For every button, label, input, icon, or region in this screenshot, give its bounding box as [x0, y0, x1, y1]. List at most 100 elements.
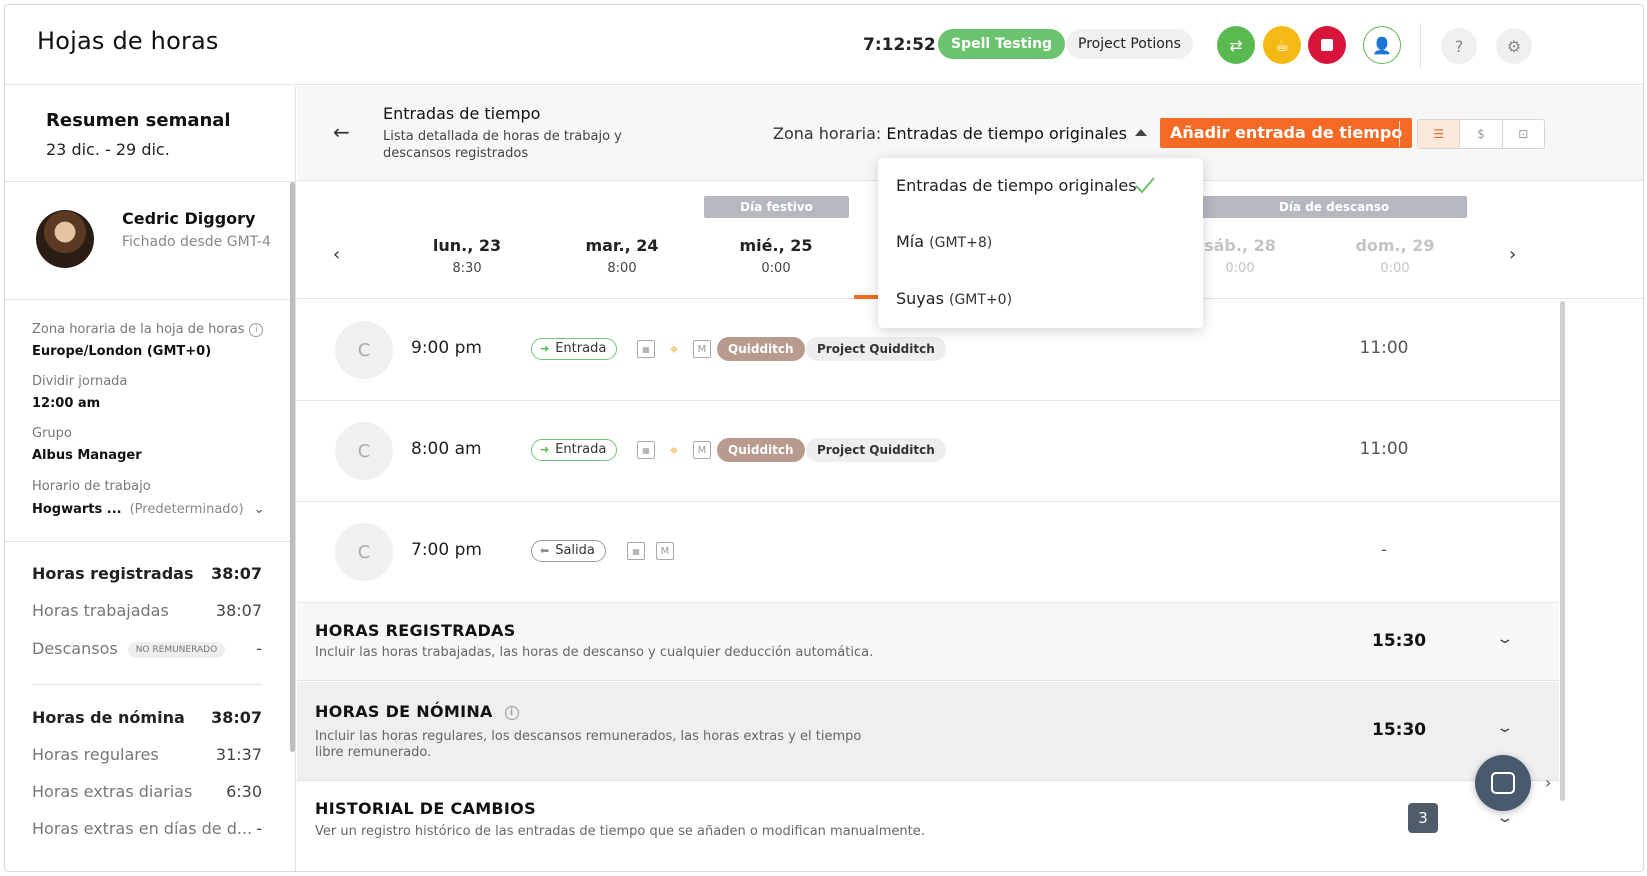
calendar-icon: ▦ [627, 542, 645, 560]
section-title-text: HORAS DE NÓMINA [315, 702, 493, 721]
time-entry-row[interactable]: C 8:00 am ➜ Entrada ▦ ⌖ M Quidditch Proje… [297, 401, 1559, 502]
employee-clock-origin: Fichado desde GMT-4 [122, 234, 271, 250]
timezone-option-original[interactable]: Entradas de tiempo originales [896, 176, 1137, 195]
tracked-hours-section[interactable]: HORAS REGISTRADAS Incluir las horas trab… [297, 603, 1559, 681]
timezone-option-theirs[interactable]: Suyas (GMT+0) [896, 289, 1012, 308]
divider [1420, 23, 1421, 69]
option-gmt: (GMT+0) [949, 292, 1013, 308]
chevron-right-icon[interactable]: › [1545, 773, 1551, 792]
chevron-down-icon: ⌄ [253, 502, 265, 517]
location-pin-icon[interactable]: ⌖ [665, 340, 683, 358]
restday-overtime-value: - [256, 819, 262, 838]
payroll-hours-value: 38:07 [211, 708, 262, 727]
divider [5, 299, 296, 300]
entry-duration: 11:00 [1359, 338, 1409, 358]
section-subtitle: Incluir las horas trabajadas, las horas … [315, 645, 874, 660]
add-time-entry-button[interactable]: Añadir entrada de tiempo [1160, 118, 1413, 148]
section-title: HISTORIAL DE CAMBIOS [315, 799, 536, 818]
day-tue[interactable]: mar., 24 8:00 [562, 236, 682, 276]
calendar-icon: ▦ [637, 441, 655, 459]
day-wed[interactable]: mié., 25 0:00 [716, 236, 836, 276]
top-bar: Hojas de horas 7:12:52 Spell Testing Pro… [5, 5, 1643, 85]
option-gmt: (GMT+8) [929, 235, 993, 251]
stop-icon [1321, 39, 1333, 51]
payroll-hours-label: Horas de nómina [32, 708, 185, 727]
weekly-summary-panel: Resumen semanal 23 dic. - 29 dic. Cedric… [5, 86, 296, 871]
regular-hours-value: 31:37 [215, 745, 262, 764]
timezone-select[interactable]: Zona horaria: Entradas de tiempo origina… [773, 124, 1147, 143]
chevron-left-icon[interactable]: ‹ [333, 244, 340, 265]
help-button[interactable]: ? [1441, 28, 1477, 64]
change-history-section[interactable]: HISTORIAL DE CAMBIOS Ver un registro his… [297, 782, 1559, 871]
user-clock-button[interactable]: 👤 [1363, 26, 1401, 64]
day-name: mar., 24 [585, 236, 659, 255]
timezone-dropdown: Entradas de tiempo originales Mía (GMT+8… [878, 158, 1203, 328]
avatar [36, 210, 94, 268]
switch-activity-button[interactable]: ⇄ [1217, 26, 1255, 64]
chevron-down-icon[interactable]: ⌄ [1495, 810, 1514, 826]
back-arrow-icon[interactable]: ← [333, 120, 350, 144]
payroll-hours-section[interactable]: HORAS DE NÓMINA i Incluir las horas regul… [297, 682, 1559, 781]
timer-display: 7:12:52 [863, 35, 936, 55]
scrollbar[interactable] [290, 182, 295, 752]
timesheet-tz-label: Zona horaria de la hoja de horas i [32, 322, 264, 337]
chevron-down-icon[interactable]: ⌄ [1495, 631, 1514, 647]
group-label: Grupo [32, 426, 72, 441]
option-label: Suyas [896, 289, 944, 308]
chevron-down-icon[interactable]: ⌄ [1495, 720, 1514, 736]
clock-out-tag: ⬅ Salida [531, 540, 606, 562]
unpaid-badge: NO REMUNERADO [127, 641, 226, 658]
swap-icon: ⇄ [1229, 35, 1243, 55]
info-icon[interactable]: i [249, 322, 264, 337]
list-view-button[interactable]: ☰ [1418, 120, 1461, 148]
project-pill[interactable]: Project Potions [1066, 29, 1193, 59]
entry-avatar: C [335, 422, 393, 480]
worked-hours-value: 38:07 [215, 601, 262, 620]
entry-duration: 11:00 [1359, 439, 1409, 459]
timezone-option-mine[interactable]: Mía (GMT+8) [896, 232, 992, 251]
question-icon: ? [1454, 36, 1464, 56]
chat-button[interactable] [1475, 755, 1531, 811]
split-day-value: 12:00 am [32, 396, 101, 411]
divider [1399, 121, 1400, 147]
breaks-label: Descansos [32, 639, 118, 658]
section-title: HORAS DE NÓMINA i [315, 702, 519, 721]
scrollbar[interactable] [1560, 301, 1565, 801]
day-mon[interactable]: lun., 23 8:30 [407, 236, 527, 276]
stop-button[interactable] [1308, 26, 1346, 64]
activity-tag: Quidditch [717, 337, 805, 361]
pay-view-button[interactable]: $ [1460, 120, 1503, 148]
regular-hours-row: Horas regulares 31:37 [32, 745, 262, 764]
manual-icon: M [693, 441, 711, 459]
break-button[interactable]: ☕ [1263, 26, 1301, 64]
option-label: Entradas de tiempo originales [896, 176, 1137, 195]
work-schedule-select[interactable]: Hogwarts ... (Predeterminado) ⌄ [32, 502, 264, 517]
day-sun[interactable]: dom., 29 0:00 [1335, 236, 1455, 276]
settings-button[interactable]: ⚙ [1496, 28, 1532, 64]
chevron-right-icon[interactable]: › [1509, 244, 1516, 265]
summary-title: Resumen semanal [46, 110, 231, 131]
project-tag: Project Quidditch [806, 438, 946, 462]
timezone-value: Entradas de tiempo originales [886, 124, 1127, 143]
location-pin-icon[interactable]: ⌖ [665, 441, 683, 459]
day-name: lun., 23 [432, 236, 502, 255]
time-entry-row[interactable]: C 7:00 pm ⬅ Salida ▦ M - [297, 502, 1559, 603]
notification-count-badge[interactable]: 3 [1408, 803, 1438, 833]
restday-overtime-row: Horas extras en días de d... - [32, 819, 262, 838]
activity-pill[interactable]: Spell Testing [938, 29, 1066, 59]
employee-name: Cedric Diggory [122, 209, 256, 228]
gear-icon: ⚙ [1506, 36, 1522, 56]
split-day-label: Dividir jornada [32, 374, 128, 389]
daily-overtime-row: Horas extras diarias 6:30 [32, 782, 262, 801]
tracked-hours-row: Horas registradas 38:07 [32, 564, 262, 583]
clock-in-tag: ➜ Entrada [531, 338, 618, 360]
breaks-row: Descansos NO REMUNERADO - [32, 639, 262, 658]
screenshot-view-button[interactable]: ⊡ [1503, 120, 1544, 148]
entry-type: Entrada [555, 341, 607, 356]
calendar-icon: ▦ [637, 340, 655, 358]
entry-time: 7:00 pm [411, 540, 482, 560]
section-subtitle: Incluir las horas regulares, los descans… [315, 729, 862, 760]
info-icon[interactable]: i [504, 705, 519, 720]
summary-range: 23 dic. - 29 dic. [46, 140, 170, 159]
entry-time: 8:00 am [411, 439, 482, 459]
